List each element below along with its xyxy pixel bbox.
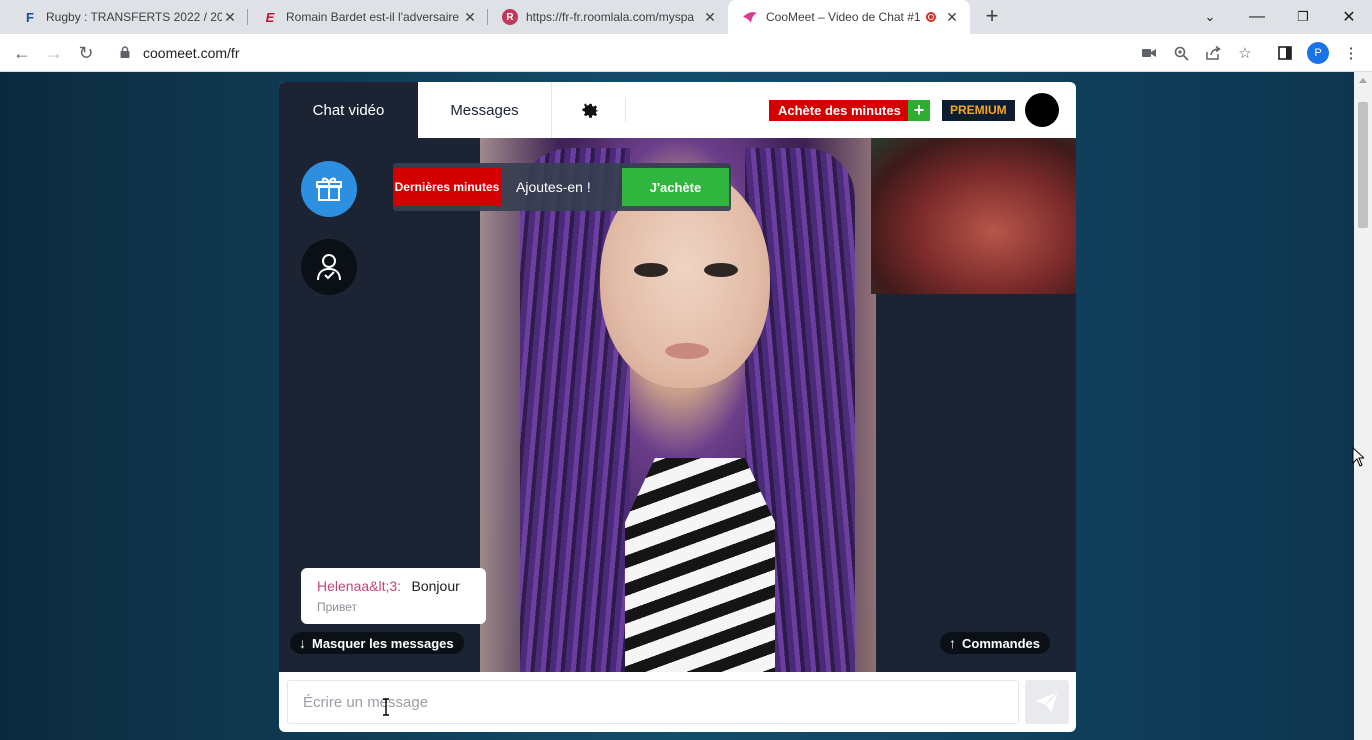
user-check-icon	[317, 254, 341, 281]
share-icon[interactable]	[1203, 43, 1223, 63]
minimize-icon[interactable]: —	[1234, 0, 1280, 34]
commands-label: Commandes	[962, 635, 1041, 651]
premium-badge[interactable]: PREMIUM	[942, 100, 1015, 121]
browser-tab-bar: F Rugby : TRANSFERTS 2022 / 2023 ✕ E Rom…	[0, 0, 1372, 34]
message-translation: Привет	[317, 600, 358, 614]
message-sender: Helenaa&lt;3:	[317, 578, 402, 594]
tab-messages[interactable]: Messages	[418, 82, 552, 138]
zoom-icon[interactable]	[1171, 43, 1191, 63]
camera-icon[interactable]	[1139, 43, 1159, 63]
lock-icon	[120, 46, 130, 58]
add-minutes-text: Ajoutes-en !	[516, 179, 591, 195]
close-window-icon[interactable]: ✕	[1326, 0, 1372, 34]
rugby-favicon-icon: F	[26, 9, 34, 25]
roomlala-favicon-icon: R	[502, 9, 518, 25]
buy-now-button[interactable]: J'achète	[622, 168, 729, 206]
browser-tab-rugby[interactable]: F Rugby : TRANSFERTS 2022 / 2023 ✕	[8, 0, 248, 34]
send-button[interactable]	[1025, 680, 1069, 724]
profile-button[interactable]	[301, 239, 357, 295]
tab-search-icon[interactable]: ⌄	[1187, 0, 1233, 34]
send-icon	[1036, 692, 1058, 712]
chat-message-bubble: Helenaa&lt;3: Bonjour Привет	[301, 568, 486, 624]
profile-avatar[interactable]: P	[1307, 42, 1329, 64]
new-tab-button[interactable]: +	[980, 4, 1004, 28]
side-panel-icon[interactable]	[1275, 43, 1295, 63]
arrow-down-icon: ↓	[299, 635, 306, 651]
scrollbar[interactable]	[1354, 72, 1372, 740]
message-composer	[279, 672, 1076, 732]
tab-title: Rugby : TRANSFERTS 2022 / 2023	[46, 10, 222, 24]
self-video	[871, 138, 1076, 294]
partner-video	[480, 138, 876, 672]
buy-minutes-button[interactable]: Achète des minutes	[769, 100, 910, 121]
side-panel	[876, 294, 1076, 672]
hide-messages-label: Masquer les messages	[312, 635, 454, 651]
reload-icon[interactable]: ↻	[74, 41, 98, 65]
coomeet-favicon-icon	[742, 9, 758, 25]
scrollbar-thumb[interactable]	[1358, 102, 1368, 228]
gift-button[interactable]	[301, 161, 357, 217]
tab-title: Romain Bardet est-il l'adversaire	[286, 10, 460, 24]
gift-icon	[316, 177, 342, 201]
forward-icon[interactable]: →	[42, 41, 66, 65]
app-top-bar: Chat vidéo Messages Achète des minutes +…	[279, 82, 1076, 138]
back-icon[interactable]: ←	[10, 41, 34, 65]
browser-tab-roomlala[interactable]: R https://fr-fr.roomlala.com/myspa ✕	[488, 0, 728, 34]
last-minutes-label: Dernières minutes	[393, 168, 501, 206]
address-bar[interactable]: coomeet.com/fr	[143, 45, 239, 61]
lequipe-favicon-icon: E	[265, 9, 275, 25]
close-tab-icon[interactable]: ✕	[702, 9, 718, 26]
restore-icon[interactable]: ❐	[1280, 0, 1326, 34]
recording-icon	[926, 12, 936, 22]
browser-toolbar: ← → ↻ coomeet.com/fr ☆ P ⋮	[0, 34, 1372, 72]
text-cursor-icon	[383, 698, 389, 716]
message-text: Bonjour	[411, 578, 460, 594]
arrow-up-icon: ↑	[949, 635, 956, 651]
message-input[interactable]	[287, 680, 1019, 724]
mouse-pointer-icon	[1352, 447, 1364, 467]
tab-title: CooMeet – Video de Chat #1	[766, 10, 921, 24]
add-minutes-button[interactable]: +	[908, 100, 930, 121]
browser-tab-coomeet[interactable]: CooMeet – Video de Chat #1 ✕	[728, 0, 970, 34]
menu-kebab-icon[interactable]: ⋮	[1341, 43, 1361, 63]
last-minutes-banner: Dernières minutes Ajoutes-en ! J'achète	[393, 163, 731, 211]
video-chat-app: Chat vidéo Messages Achète des minutes +…	[279, 82, 1076, 732]
browser-tab-bardet[interactable]: E Romain Bardet est-il l'adversaire ✕	[248, 0, 488, 34]
tab-video-chat[interactable]: Chat vidéo	[279, 82, 418, 138]
tab-title: https://fr-fr.roomlala.com/myspa	[526, 10, 695, 24]
user-avatar[interactable]	[1025, 93, 1059, 127]
scroll-up-icon[interactable]	[1359, 78, 1367, 83]
close-tab-icon[interactable]: ✕	[222, 9, 238, 26]
settings-gear-icon[interactable]	[577, 98, 601, 122]
hide-messages-button[interactable]: ↓ Masquer les messages	[290, 632, 464, 654]
close-tab-icon[interactable]: ✕	[462, 9, 478, 26]
commands-button[interactable]: ↑ Commandes	[940, 632, 1051, 654]
bookmark-star-icon[interactable]: ☆	[1235, 43, 1255, 63]
close-tab-icon[interactable]: ✕	[944, 9, 960, 26]
